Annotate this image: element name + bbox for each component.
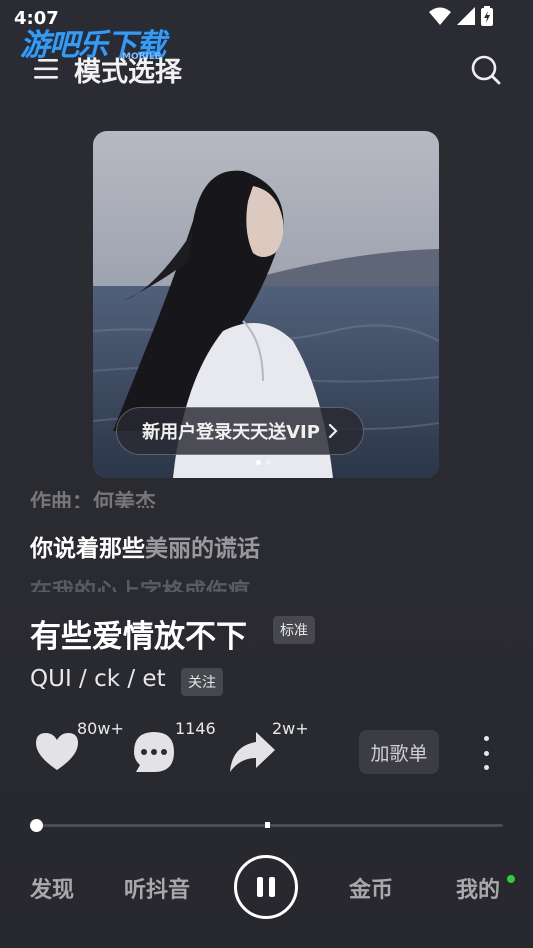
page-title: 模式选择 <box>74 57 182 88</box>
artist-name[interactable]: QUI / ck / et <box>30 666 166 692</box>
signal-icon <box>457 7 475 25</box>
follow-button[interactable]: 关注 <box>181 668 223 696</box>
vip-promo-button[interactable]: 新用户登录天天送VIP <box>116 407 364 455</box>
nav-discover[interactable]: 发现 <box>30 872 74 904</box>
song-title[interactable]: 有些爱情放不下 <box>30 611 247 656</box>
like-count: 80w+ <box>77 719 124 738</box>
share-count: 2w+ <box>272 719 309 738</box>
search-button[interactable] <box>470 54 502 86</box>
add-to-playlist-button[interactable]: 加歌单 <box>359 730 439 774</box>
status-icons <box>429 6 493 26</box>
search-icon <box>471 55 501 85</box>
lyric-line-previous: 作曲：何美杰 <box>30 490 156 508</box>
lyric-unsung-part: 美丽的谎话 <box>145 536 260 562</box>
banner-dot <box>266 460 271 465</box>
comment-icon <box>134 732 174 772</box>
notification-dot <box>507 875 515 883</box>
like-button[interactable] <box>34 730 80 774</box>
banner-pagination <box>256 460 271 465</box>
nav-mine[interactable]: 我的 <box>456 872 500 904</box>
quality-tag[interactable]: 标准 <box>273 616 315 644</box>
lyric-line-next: 在我的心上字格成伤痕 <box>30 574 250 592</box>
pause-icon <box>257 877 263 897</box>
more-dot <box>483 765 489 770</box>
nav-listen-douyin[interactable]: 听抖音 <box>124 872 190 904</box>
menu-icon <box>34 59 58 79</box>
play-pause-button[interactable] <box>234 855 298 919</box>
nav-coins[interactable]: 金币 <box>349 872 393 904</box>
battery-icon <box>481 6 493 26</box>
more-dot <box>483 750 489 756</box>
more-dot <box>483 736 489 741</box>
vip-promo-text: 新用户登录天天送VIP <box>142 422 320 443</box>
chevron-right-icon <box>328 424 338 438</box>
comment-count: 1146 <box>175 719 216 738</box>
heart-icon <box>36 733 78 770</box>
lyric-sung-part: 你说着那些 <box>30 536 145 562</box>
share-button[interactable] <box>228 730 275 774</box>
wifi-icon <box>429 7 451 25</box>
pause-icon-bar <box>269 877 275 897</box>
lyric-line-current: 你说着那些美丽的谎话 <box>30 529 260 563</box>
menu-button[interactable] <box>32 56 60 82</box>
progress-thumb[interactable] <box>30 819 43 832</box>
banner-dot-active <box>256 460 261 465</box>
more-options-button[interactable] <box>480 736 492 770</box>
share-icon <box>230 732 275 772</box>
comment-button[interactable] <box>131 730 177 774</box>
progress-climax-marker <box>264 822 270 828</box>
